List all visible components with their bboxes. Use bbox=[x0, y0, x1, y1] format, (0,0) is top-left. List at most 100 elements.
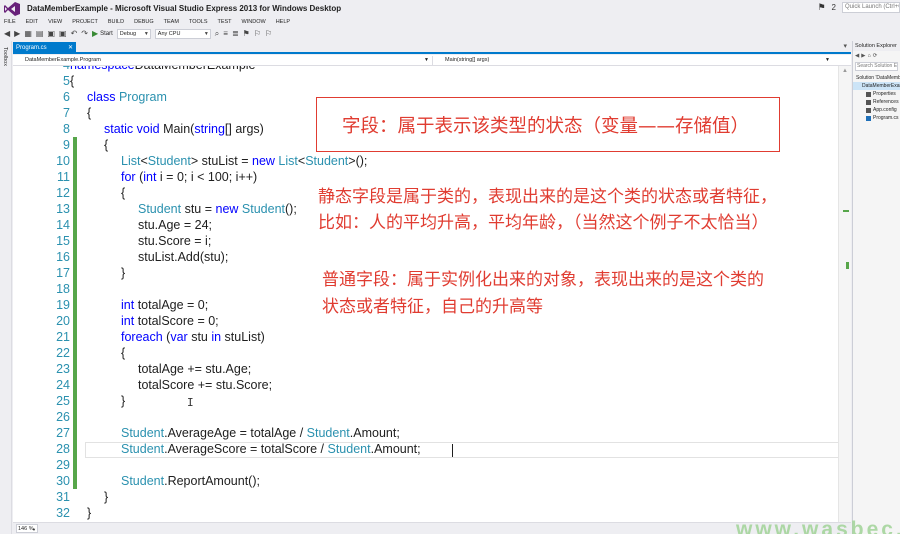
tree-item-label: DataMemberExample bbox=[862, 83, 900, 89]
standard-toolbar: ◀ ▶ ▦ ▤ ▣ ▣ ↶ ↷ ▶ Start Debug ▼ Any CPU … bbox=[0, 27, 900, 40]
type-dropdown[interactable]: DataMemberExample.Program ▼ bbox=[13, 55, 433, 65]
notification-count[interactable]: 2 bbox=[832, 3, 836, 12]
find-icon[interactable]: ⌕ bbox=[215, 29, 219, 39]
tree-item-icon bbox=[866, 91, 871, 97]
change-indicator bbox=[73, 281, 77, 297]
keyword-token: var bbox=[170, 330, 192, 344]
play-icon: ▶ bbox=[91, 29, 99, 38]
change-indicator bbox=[73, 329, 77, 345]
code-line[interactable]: 10 List<Student> stuList = new List<Stude… bbox=[13, 153, 851, 169]
bookmark-icon[interactable]: ⚑ bbox=[243, 29, 250, 39]
keyword-token: new bbox=[215, 202, 242, 216]
solution-tree-item[interactable]: DataMemberExample bbox=[853, 82, 900, 90]
code-line[interactable]: 29 bbox=[13, 457, 851, 473]
type-token: Student bbox=[306, 426, 350, 440]
code-token: totalAge += stu.Age; bbox=[138, 362, 252, 376]
member-dropdown[interactable]: Main(string[] args) ▼ bbox=[433, 56, 833, 65]
open-file-icon[interactable]: ▤ bbox=[36, 29, 44, 39]
next-bookmark-icon[interactable]: ⚐ bbox=[254, 29, 261, 39]
code-line[interactable]: 21 foreach (var stu in stuList) bbox=[13, 329, 851, 345]
tab-overflow-icon[interactable]: ▾ bbox=[843, 42, 847, 50]
code-line[interactable]: 16 stuList.Add(stu); bbox=[13, 249, 851, 265]
code-token: > stuList = bbox=[190, 154, 253, 168]
new-project-icon[interactable]: ▦ bbox=[24, 29, 32, 39]
back-icon[interactable]: ◀ bbox=[4, 29, 10, 39]
tree-item-icon bbox=[866, 99, 871, 105]
menu-item-window[interactable]: WINDOW bbox=[242, 19, 266, 25]
zoom-select[interactable]: 146 % ▼ bbox=[16, 524, 38, 533]
code-line[interactable]: 27 Student.AverageAge = totalAge / Studen… bbox=[13, 425, 851, 441]
menu-item-team[interactable]: TEAM bbox=[164, 19, 179, 25]
line-number: 14 bbox=[56, 218, 70, 232]
toolbox-strip[interactable]: Toolbox bbox=[0, 41, 12, 534]
code-token: stuList.Add(stu); bbox=[138, 250, 229, 264]
solution-tree-item[interactable]: Properties bbox=[853, 90, 900, 98]
menu-item-test[interactable]: TEST bbox=[217, 19, 231, 25]
code-line[interactable]: 26 bbox=[13, 409, 851, 425]
code-line[interactable]: 15 stu.Score = i; bbox=[13, 233, 851, 249]
code-line[interactable]: 23 totalAge += stu.Age; bbox=[13, 361, 851, 377]
close-icon[interactable]: ✕ bbox=[68, 44, 73, 51]
code-line[interactable]: 30 Student.ReportAmount(); bbox=[13, 473, 851, 489]
code-line[interactable]: 28 Student.AverageScore = totalScore / St… bbox=[13, 441, 851, 457]
type-token: Program bbox=[118, 90, 167, 104]
tab-program-cs[interactable]: Program.cs ✕ bbox=[13, 42, 76, 53]
menu-item-debug[interactable]: DEBUG bbox=[134, 19, 154, 25]
menu-item-file[interactable]: FILE bbox=[4, 19, 16, 25]
solution-explorer-title[interactable]: Solution Explorer bbox=[853, 41, 900, 51]
code-text: } bbox=[121, 393, 125, 409]
change-indicator bbox=[73, 409, 77, 425]
start-button[interactable]: ▶ Start bbox=[92, 29, 113, 38]
home-icon[interactable]: ⌂ bbox=[867, 53, 870, 59]
code-line[interactable]: 4namespaceDataMemberExample bbox=[13, 66, 851, 73]
code-line[interactable]: 25} bbox=[13, 393, 851, 409]
menu-item-tools[interactable]: TOOLS bbox=[189, 19, 208, 25]
menu-item-edit[interactable]: EDIT bbox=[26, 19, 39, 25]
code-token: totalScore += stu.Score; bbox=[138, 378, 273, 392]
menu-item-build[interactable]: BUILD bbox=[108, 19, 124, 25]
configuration-select[interactable]: Debug ▼ bbox=[116, 28, 151, 39]
prev-bookmark-icon[interactable]: ⚐ bbox=[265, 29, 272, 39]
type-token: Student bbox=[147, 154, 191, 168]
code-line[interactable]: 32} bbox=[13, 505, 851, 521]
comment-icon[interactable]: ≡ bbox=[223, 29, 228, 39]
code-line[interactable]: 24 totalScore += stu.Score; bbox=[13, 377, 851, 393]
editor-vertical-scrollbar[interactable]: ▲ bbox=[838, 66, 851, 522]
solution-search-input[interactable]: Search Solution Explorer (Ctrl+;) bbox=[855, 62, 898, 71]
save-all-icon[interactable]: ▣ bbox=[59, 29, 67, 39]
line-number: 21 bbox=[56, 330, 70, 344]
redo-icon[interactable]: ↷ bbox=[81, 29, 88, 39]
save-icon[interactable]: ▣ bbox=[47, 29, 55, 39]
uncomment-icon[interactable]: ≣ bbox=[232, 29, 239, 39]
solution-tree-item[interactable]: App.config bbox=[853, 106, 900, 114]
forward-icon[interactable]: ▶ bbox=[14, 29, 20, 39]
toolbox-tab[interactable]: Toolbox bbox=[2, 47, 8, 66]
solution-tree-item[interactable]: Program.cs bbox=[853, 114, 900, 122]
back-icon[interactable]: ◀ bbox=[855, 53, 859, 59]
quick-launch-input[interactable]: Quick Launch (Ctrl+Q) bbox=[842, 2, 900, 13]
menu-item-view[interactable]: VIEW bbox=[48, 19, 62, 25]
change-indicator bbox=[73, 121, 77, 137]
scroll-up-icon[interactable]: ▲ bbox=[842, 68, 848, 74]
platform-select[interactable]: Any CPU ▼ bbox=[154, 28, 211, 39]
sync-icon[interactable]: ⟳ bbox=[873, 53, 878, 59]
code-line[interactable]: 31} bbox=[13, 489, 851, 505]
line-number: 15 bbox=[56, 234, 70, 248]
code-line[interactable]: 22 { bbox=[13, 345, 851, 361]
change-indicator bbox=[73, 217, 77, 233]
line-number: 24 bbox=[56, 378, 70, 392]
line-number: 18 bbox=[56, 282, 70, 296]
solution-tree-item[interactable]: References bbox=[853, 98, 900, 106]
solution-tree-item[interactable]: Solution 'DataMemberExample' bbox=[853, 74, 900, 82]
document-tab-strip: Program.cs ✕ ▾ bbox=[13, 41, 851, 54]
notifications-flag-icon[interactable]: ⚑ bbox=[817, 2, 825, 13]
line-number: 5 bbox=[63, 74, 70, 88]
line-number: 22 bbox=[56, 346, 70, 360]
undo-icon[interactable]: ↶ bbox=[71, 29, 78, 39]
forward-icon[interactable]: ▶ bbox=[861, 53, 865, 59]
menu-item-help[interactable]: HELP bbox=[276, 19, 290, 25]
menu-item-project[interactable]: PROJECT bbox=[72, 19, 98, 25]
tree-item-label: App.config bbox=[873, 107, 897, 113]
code-line[interactable]: 5{ bbox=[13, 73, 851, 89]
chevron-down-icon: ▼ bbox=[143, 30, 149, 37]
